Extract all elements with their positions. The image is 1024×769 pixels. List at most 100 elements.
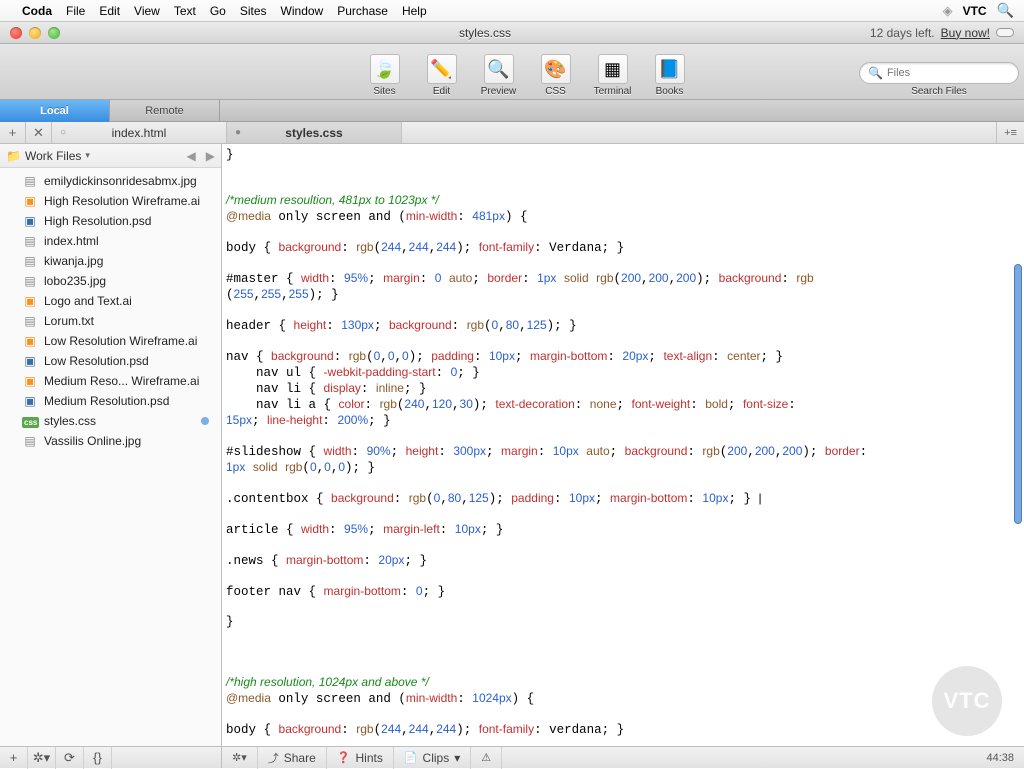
- menu-text[interactable]: Text: [174, 4, 196, 18]
- close-window-button[interactable]: [10, 27, 22, 39]
- file-tab[interactable]: ●styles.css: [227, 122, 402, 143]
- search-input[interactable]: [887, 67, 1010, 79]
- watermark-badge: VTC: [932, 666, 1002, 736]
- vertical-scrollbar[interactable]: [1012, 144, 1022, 746]
- toolbar-css-button[interactable]: 🎨CSS: [528, 54, 583, 97]
- code-editor[interactable]: } /*medium resoultion, 481px to 1023px *…: [222, 144, 1024, 746]
- tab-overflow-button[interactable]: +≡: [996, 122, 1024, 143]
- file-row[interactable]: ▤lobo235.jpg: [0, 271, 221, 291]
- menu-sites[interactable]: Sites: [240, 4, 267, 18]
- search-field[interactable]: 🔍: [859, 62, 1019, 84]
- toolbar-label: Preview: [481, 86, 517, 97]
- file-row[interactable]: ▤kiwanja.jpg: [0, 251, 221, 271]
- toolbar-terminal-button[interactable]: ▦ Terminal: [585, 54, 640, 97]
- wifi-icon[interactable]: ◈: [943, 3, 953, 19]
- zoom-window-button[interactable]: [48, 27, 60, 39]
- action-add-file-button[interactable]: +: [0, 747, 28, 769]
- action-sync-button[interactable]: ⟳: [56, 747, 84, 769]
- terminal-icon: ▦: [598, 54, 628, 84]
- menu-edit[interactable]: Edit: [99, 4, 120, 18]
- minimize-window-button[interactable]: [29, 27, 41, 39]
- bottom-share-button[interactable]: ⤴Share: [258, 747, 327, 769]
- close-tab-button[interactable]: ✕: [26, 122, 52, 143]
- spotlight-icon[interactable]: 🔍: [997, 2, 1014, 19]
- action-gear-button[interactable]: ✲▾: [28, 747, 56, 769]
- action-braces-button[interactable]: {}: [84, 747, 112, 769]
- bottom-item-icon: 📄: [404, 751, 418, 764]
- file-row[interactable]: ▤Lorum.txt: [0, 311, 221, 331]
- gear-icon: ✲▾: [232, 751, 247, 764]
- toolbar-edit-button[interactable]: ✏️Edit: [414, 54, 469, 97]
- bottom-item-icon: ⚠: [481, 751, 491, 764]
- toolbar: 🍃Sites✏️Edit🔍Preview🎨CSS▦Terminal📘Books …: [0, 44, 1024, 100]
- file-name: Logo and Text.ai: [44, 294, 213, 308]
- file-name: Low Resolution Wireframe.ai: [44, 334, 213, 348]
- file-row[interactable]: ▤index.html: [0, 231, 221, 251]
- nav-forward-icon[interactable]: ▶: [206, 149, 215, 163]
- books-icon: 📘: [655, 54, 685, 84]
- search-caption: Search Files: [911, 86, 967, 97]
- folder-picker[interactable]: 📁 Work Files ▾: [6, 149, 187, 163]
- traffic-lights: [0, 27, 100, 39]
- nav-back-icon[interactable]: ◀: [187, 149, 196, 163]
- trial-text: 12 days left.: [870, 26, 935, 40]
- buy-now-link[interactable]: Buy now!: [941, 26, 990, 40]
- file-tab-label: index.html: [112, 126, 167, 140]
- menu-go[interactable]: Go: [210, 4, 226, 18]
- file-tab-label: styles.css: [285, 126, 342, 140]
- menu-view[interactable]: View: [134, 4, 160, 18]
- file-row[interactable]: ▣Medium Resolution.psd: [0, 391, 221, 411]
- menu-purchase[interactable]: Purchase: [337, 4, 388, 18]
- file-name: High Resolution Wireframe.ai: [44, 194, 213, 208]
- toolbar-preview-button[interactable]: 🔍 Preview: [471, 54, 526, 97]
- menu-file[interactable]: File: [66, 4, 85, 18]
- bottom-warning-button[interactable]: ⚠: [471, 747, 502, 769]
- css-icon: 🎨: [541, 54, 571, 84]
- modified-dot-icon: [201, 417, 209, 425]
- site-tabs: Local Remote: [0, 100, 1024, 122]
- file-name: Medium Reso... Wireframe.ai: [44, 374, 213, 388]
- file-row[interactable]: ▣High Resolution.psd: [0, 211, 221, 231]
- file-row[interactable]: ▣Low Resolution Wireframe.ai: [0, 331, 221, 351]
- file-row[interactable]: ▣High Resolution Wireframe.ai: [0, 191, 221, 211]
- app-name[interactable]: Coda: [22, 4, 52, 18]
- sidebar-header: 📁 Work Files ▾ ◀ ▶: [0, 144, 221, 168]
- bottom-bar: + ✲▾ ⟳ {} ✲▾ ⤴Share❓Hints📄Clips ▾ ⚠ 44:38: [0, 746, 1024, 768]
- file-row[interactable]: ▤Vassilis Online.jpg: [0, 431, 221, 451]
- toolbar-label: Sites: [373, 86, 395, 97]
- site-tab-local[interactable]: Local: [0, 100, 110, 122]
- toolbar-label: Terminal: [594, 86, 632, 97]
- chevron-down-icon: ▾: [85, 150, 90, 161]
- timestamp: 44:38: [976, 752, 1024, 764]
- code-content[interactable]: } /*medium resoultion, 481px to 1023px *…: [222, 144, 1024, 746]
- tab-status-icon: ○: [60, 127, 66, 138]
- file-row[interactable]: ▣Medium Reso... Wireframe.ai: [0, 371, 221, 391]
- scrollbar-thumb[interactable]: [1014, 264, 1022, 524]
- file-name: styles.css: [44, 414, 195, 428]
- toolbar-sites-button[interactable]: 🍃 Sites: [357, 54, 412, 97]
- file-list[interactable]: ▤emilydickinsonridesabmx.jpg▣High Resolu…: [0, 168, 221, 746]
- trial-pill-icon[interactable]: [996, 28, 1014, 37]
- action-menu-button[interactable]: ✲▾: [222, 747, 258, 769]
- file-row[interactable]: ▤emilydickinsonridesabmx.jpg: [0, 171, 221, 191]
- file-tab[interactable]: ○ index.html: [52, 122, 227, 143]
- chevron-down-icon: ▾: [454, 751, 460, 765]
- sites-icon: 🍃: [370, 54, 400, 84]
- file-name: High Resolution.psd: [44, 214, 213, 228]
- bottom-item-icon: ⤴: [268, 750, 279, 766]
- site-tab-remote[interactable]: Remote: [110, 100, 220, 122]
- toolbar-books-button[interactable]: 📘Books: [642, 54, 697, 97]
- menu-extra-vtc[interactable]: VTC: [963, 4, 987, 18]
- file-row[interactable]: ▣Logo and Text.ai: [0, 291, 221, 311]
- preview-icon: 🔍: [484, 54, 514, 84]
- bottom-hints-button[interactable]: ❓Hints: [327, 747, 394, 769]
- folder-icon: 📁: [6, 149, 21, 163]
- menu-help[interactable]: Help: [402, 4, 427, 18]
- file-row[interactable]: ▣Low Resolution.psd: [0, 351, 221, 371]
- add-tab-button[interactable]: +: [0, 122, 26, 143]
- bottom-item-label: Hints: [355, 751, 382, 765]
- bottom-clips-button[interactable]: 📄Clips ▾: [394, 747, 471, 769]
- file-row[interactable]: cssstyles.css: [0, 411, 221, 431]
- menu-window[interactable]: Window: [281, 4, 324, 18]
- file-name: lobo235.jpg: [44, 274, 213, 288]
